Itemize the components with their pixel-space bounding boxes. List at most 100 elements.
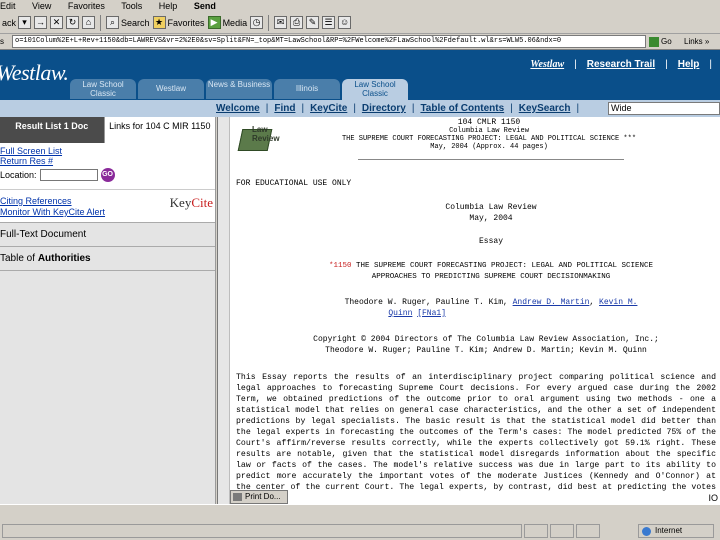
title-line-1: THE SUPREME COURT FORECASTING PROJECT: L… bbox=[355, 262, 654, 270]
messenger-icon: ☺ bbox=[338, 16, 352, 29]
zone-label: Internet bbox=[655, 526, 683, 535]
menu-edit[interactable]: Edit bbox=[0, 1, 16, 11]
full-screen-list-link[interactable]: Full Screen List bbox=[0, 146, 215, 156]
links-button[interactable]: Links » bbox=[680, 37, 720, 46]
left-scrollbar[interactable] bbox=[218, 117, 230, 504]
favorites-button[interactable]: ★ Favorites bbox=[152, 16, 205, 29]
browser-toolbar: ack ▾ → ✕ ↻ ⌂ ⌕ Search ★ Favorites ▶ Media ◷… bbox=[0, 12, 720, 34]
author-link-quinn[interactable]: Kevin M. bbox=[599, 298, 637, 307]
printer-icon bbox=[233, 493, 242, 501]
toolbar-divider bbox=[268, 14, 270, 31]
url-input[interactable]: o=101Colum%2E+L+Rev+1150&db=LAWREVS&vr=2… bbox=[12, 35, 646, 48]
keycite-logo-cite: Cite bbox=[191, 195, 213, 210]
status-cell bbox=[576, 524, 600, 538]
toa-prefix: Table of bbox=[0, 253, 38, 264]
status-cells bbox=[0, 523, 720, 539]
subnav-find[interactable]: Find bbox=[274, 103, 295, 114]
edit-button[interactable]: ✎ bbox=[306, 16, 320, 29]
tab-law-school-classic-active[interactable]: Law School Classic bbox=[342, 79, 408, 100]
footnote-link[interactable]: [FNa1] bbox=[417, 309, 446, 318]
forward-button[interactable]: → bbox=[34, 16, 48, 29]
full-text-document-item[interactable]: Full-Text Document bbox=[0, 223, 215, 247]
westlaw-brand-link[interactable]: Westlaw bbox=[530, 59, 564, 70]
westlaw-tabs: Law School Classic Westlaw News & Busine… bbox=[70, 79, 408, 100]
print-document-label: Print Do... bbox=[245, 492, 281, 501]
tab-links[interactable]: Links for 104 C MIR 1150 bbox=[103, 117, 215, 143]
messenger-button[interactable]: ☺ bbox=[338, 16, 352, 29]
mail-button[interactable]: ✉ bbox=[274, 16, 288, 29]
subnav-search-input[interactable]: Wide bbox=[608, 102, 720, 115]
links-label: Links bbox=[684, 37, 703, 46]
subnav-separator: | bbox=[265, 103, 269, 114]
nav-separator: | bbox=[574, 59, 577, 70]
mail-icon: ✉ bbox=[274, 16, 288, 29]
browser-menubar: Edit View Favorites Tools Help Send bbox=[0, 0, 720, 12]
stop-button[interactable]: ✕ bbox=[50, 16, 64, 29]
search-label: Search bbox=[121, 17, 150, 28]
subnav-keysearch[interactable]: KeySearch bbox=[519, 103, 571, 114]
subnav-table-of-contents[interactable]: Table of Contents bbox=[420, 103, 504, 114]
subnav-welcome[interactable]: Welcome bbox=[216, 103, 260, 114]
media-label: Media bbox=[222, 17, 248, 28]
discuss-button[interactable]: ☰ bbox=[322, 16, 336, 29]
law-review-label: Law Review bbox=[252, 125, 280, 143]
document-pane: Law Review 104 CMLR 1150 Columbia Law Re… bbox=[217, 117, 720, 504]
chevron-down-icon: ▾ bbox=[18, 16, 32, 29]
location-row: Location: GO bbox=[0, 168, 215, 182]
history-button[interactable]: ◷ bbox=[250, 16, 264, 29]
subnav-directory[interactable]: Directory bbox=[362, 103, 406, 114]
nav-separator: | bbox=[665, 59, 668, 70]
subnav-keycite[interactable]: KeyCite bbox=[310, 103, 347, 114]
author-link-quinn-2[interactable]: Quinn bbox=[388, 309, 412, 318]
print-document-button[interactable]: Print Do... bbox=[230, 490, 288, 504]
subnav-separator: | bbox=[411, 103, 415, 114]
status-cell bbox=[524, 524, 548, 538]
tab-law-school-classic[interactable]: Law School Classic bbox=[70, 79, 136, 99]
tab-westlaw[interactable]: Westlaw bbox=[138, 79, 204, 99]
tab-result-list[interactable]: Result List 1 Doc bbox=[0, 117, 104, 143]
star-page[interactable]: *1150 bbox=[329, 262, 352, 270]
citation: 104 CMLR 1150 bbox=[457, 118, 521, 127]
menu-view[interactable]: View bbox=[32, 1, 51, 11]
address-label: s bbox=[0, 37, 4, 46]
westlaw-header: Westlaw. Westlaw | Research Trail | Help… bbox=[0, 50, 720, 100]
tab-news-business[interactable]: News & Business bbox=[206, 79, 272, 99]
westlaw-logo[interactable]: Westlaw. bbox=[0, 60, 69, 86]
author-link-martin[interactable]: Andrew D. Martin bbox=[513, 298, 590, 307]
refresh-icon: ↻ bbox=[66, 16, 80, 29]
location-go-button[interactable]: GO bbox=[100, 168, 115, 182]
law-review-icon: Law Review bbox=[236, 123, 290, 155]
discuss-icon: ☰ bbox=[322, 16, 336, 29]
refresh-button[interactable]: ↻ bbox=[66, 16, 80, 29]
back-button[interactable]: ack ▾ bbox=[2, 16, 32, 29]
tab-illinois[interactable]: Illinois bbox=[274, 79, 340, 99]
media-icon: ▶ bbox=[207, 16, 221, 29]
menu-tools[interactable]: Tools bbox=[121, 1, 142, 11]
table-of-authorities-item[interactable]: Table of Authorities bbox=[0, 247, 215, 271]
globe-icon bbox=[642, 527, 651, 536]
go-button[interactable]: Go bbox=[646, 36, 680, 47]
home-button[interactable]: ⌂ bbox=[82, 16, 96, 29]
keycite-logo: KeyCite bbox=[170, 195, 213, 211]
doc-footer-right: IO bbox=[708, 493, 718, 503]
status-cell bbox=[550, 524, 574, 538]
journal-center: Columbia Law Review bbox=[445, 203, 537, 212]
document-content: Law Review 104 CMLR 1150 Columbia Law Re… bbox=[236, 117, 718, 504]
research-trail-link[interactable]: Research Trail bbox=[587, 59, 655, 70]
help-link[interactable]: Help bbox=[678, 59, 700, 70]
menu-help[interactable]: Help bbox=[159, 1, 178, 11]
westlaw-subnav: Welcome | Find | KeyCite | Directory | Table… bbox=[0, 100, 720, 117]
print-button[interactable]: ⎙ bbox=[290, 16, 304, 29]
media-button[interactable]: ▶ Media bbox=[207, 16, 248, 29]
menu-send[interactable]: Send bbox=[194, 1, 216, 11]
location-label: Location: bbox=[0, 170, 37, 180]
menu-favorites[interactable]: Favorites bbox=[68, 1, 105, 11]
date-pages: May, 2004 (Approx. 44 pages) bbox=[430, 143, 548, 151]
location-input[interactable] bbox=[39, 169, 98, 181]
favorites-label: Favorites bbox=[167, 17, 205, 28]
search-button[interactable]: ⌕ Search bbox=[106, 16, 150, 29]
project-title: THE SUPREME COURT FORECASTING PROJECT: L… bbox=[341, 135, 637, 143]
return-results-link[interactable]: Return Res # bbox=[0, 156, 215, 166]
left-panel: Result List 1 Doc Links for 104 C MIR 11… bbox=[0, 117, 216, 504]
status-text-cell bbox=[2, 524, 522, 538]
